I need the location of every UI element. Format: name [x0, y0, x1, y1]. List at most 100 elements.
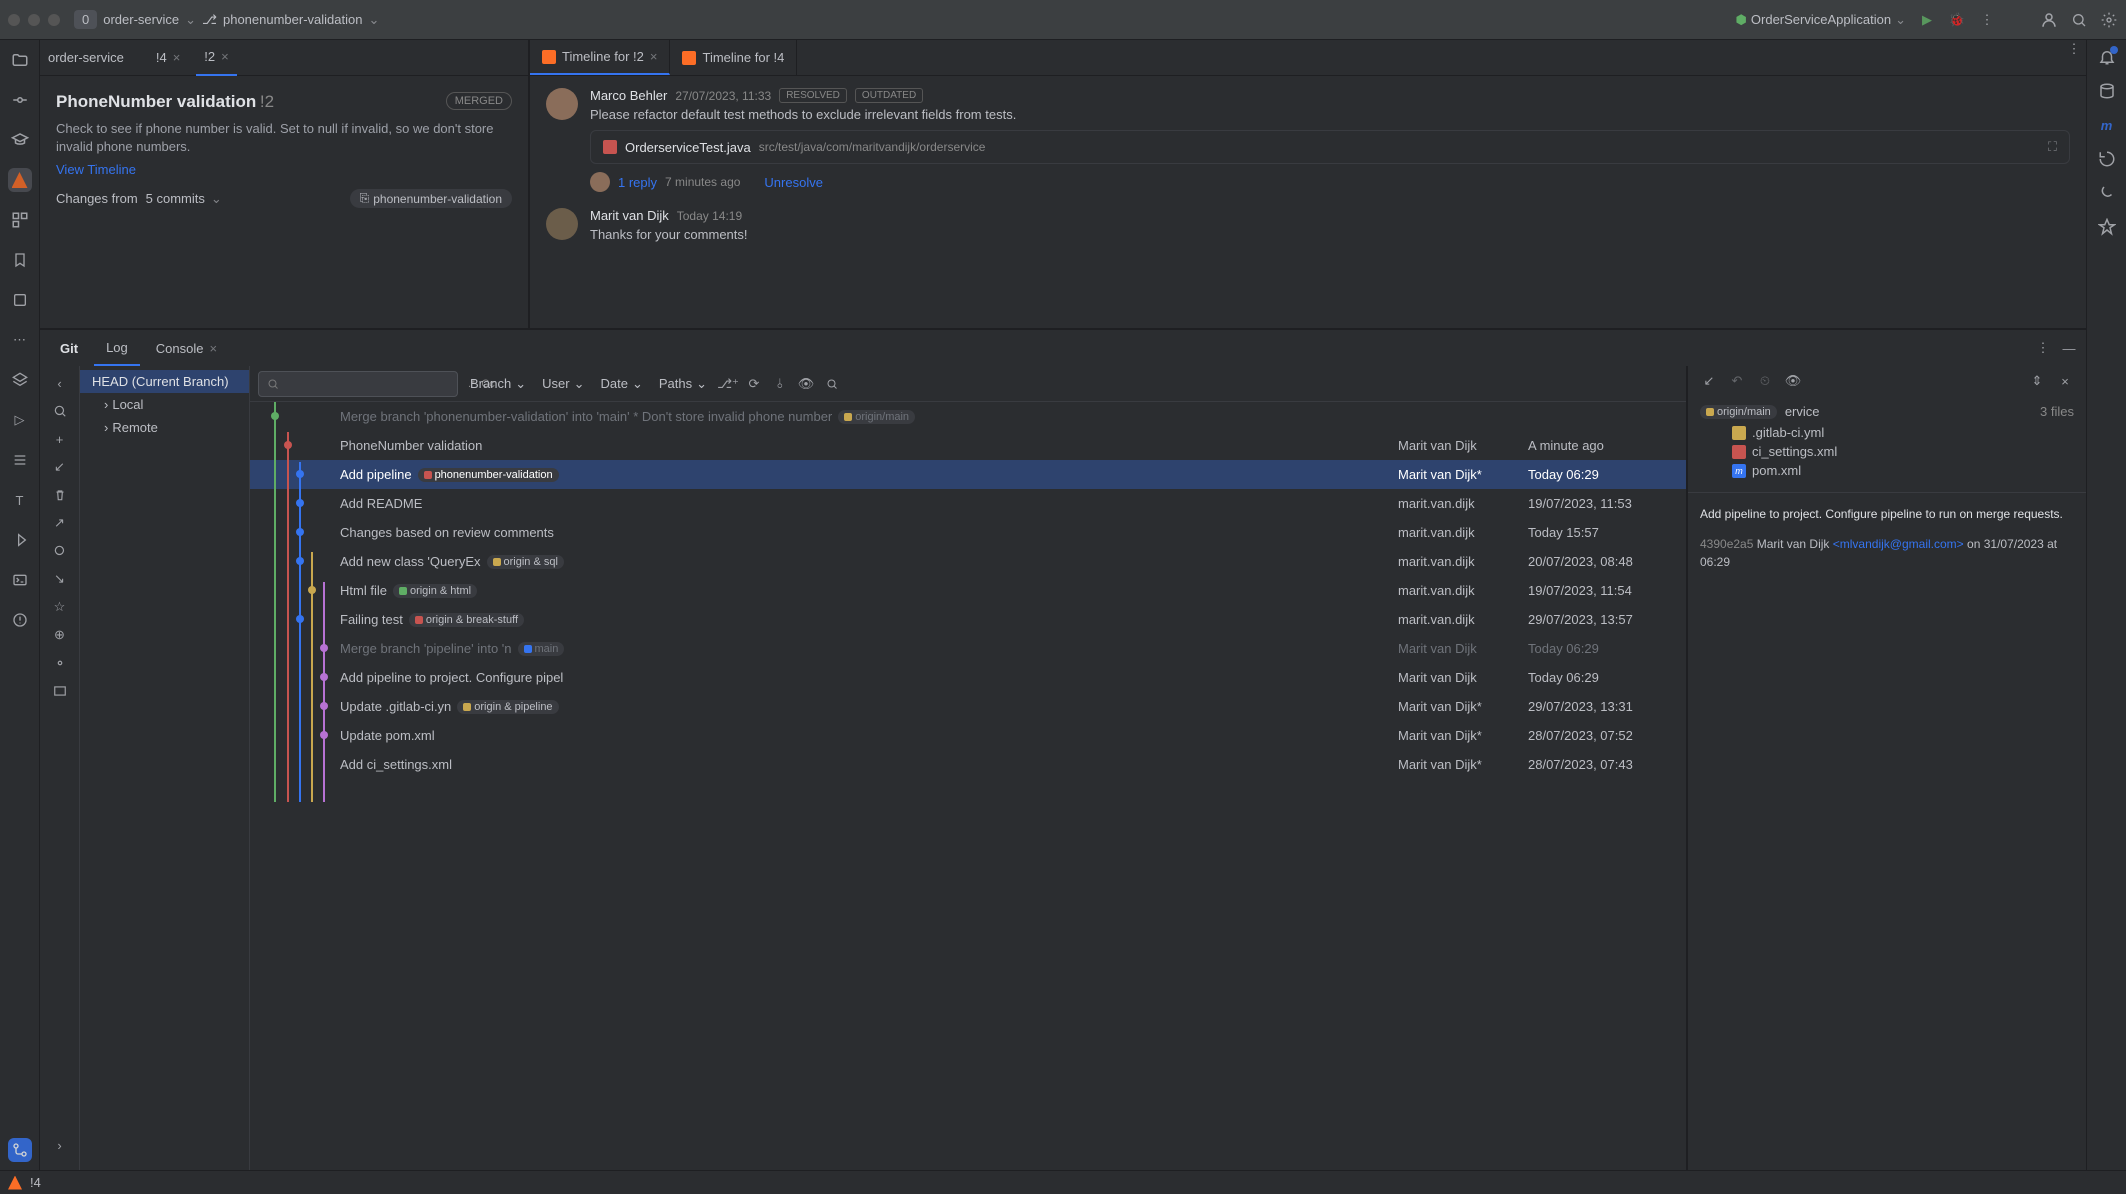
terminal-icon[interactable]: [51, 682, 69, 700]
search-input[interactable]: [285, 376, 462, 391]
list-icon[interactable]: [8, 448, 32, 472]
more-icon[interactable]: ⋯: [8, 328, 32, 352]
expand-icon[interactable]: ⛶: [2048, 139, 2057, 155]
commit-list[interactable]: Merge branch 'phonenumber-validation' in…: [250, 402, 1686, 1170]
reply-link[interactable]: 1 reply: [618, 175, 657, 190]
notifications-icon[interactable]: [2098, 48, 2116, 66]
breadcrumb[interactable]: order-service: [48, 50, 124, 65]
new-branch-icon[interactable]: ⎇⁺: [719, 375, 737, 393]
code-with-me-icon[interactable]: [2040, 11, 2058, 29]
more-vertical-icon[interactable]: ⋮: [2062, 40, 2086, 58]
database-icon[interactable]: [2098, 82, 2116, 100]
commit-row[interactable]: Update pom.xmlMarit van Dijk*28/07/2023,…: [250, 721, 1686, 750]
forward-icon[interactable]: ›: [51, 1136, 69, 1154]
close-icon[interactable]: ×: [209, 341, 217, 356]
type-icon[interactable]: T: [8, 488, 32, 512]
preview-icon[interactable]: 👁: [1784, 372, 1802, 390]
update-icon[interactable]: ↙: [51, 458, 69, 476]
search-icon[interactable]: [2070, 11, 2088, 29]
git-tool-icon[interactable]: [8, 1138, 32, 1162]
history-icon[interactable]: ⏲: [1756, 372, 1774, 390]
commit-row[interactable]: Html fileorigin & htmlmarit.van.dijk19/0…: [250, 576, 1686, 605]
delete-icon[interactable]: [51, 486, 69, 504]
star-icon[interactable]: ☆: [51, 598, 69, 616]
refresh-icon[interactable]: ⟳: [745, 375, 763, 393]
target-icon[interactable]: ⊕: [51, 626, 69, 644]
structure-icon[interactable]: [8, 208, 32, 232]
commit-row[interactable]: Failing testorigin & break-stuffmarit.va…: [250, 605, 1686, 634]
commit-row[interactable]: Add pipelinephonenumber-validationMarit …: [250, 460, 1686, 489]
commit-row[interactable]: Add pipeline to project. Configure pipel…: [250, 663, 1686, 692]
changed-file[interactable]: mpom.xml: [1700, 461, 2074, 480]
tab-console[interactable]: Console ×: [144, 330, 229, 366]
unresolve-link[interactable]: Unresolve: [764, 175, 823, 190]
commit-row[interactable]: Changes based on review commentsmarit.va…: [250, 518, 1686, 547]
branch-local[interactable]: › Local: [80, 393, 249, 416]
filter-user[interactable]: User⌄: [538, 376, 588, 392]
settings-icon[interactable]: [2100, 11, 2118, 29]
more-vertical-icon[interactable]: ⋮: [2034, 339, 2052, 357]
gitlab-icon[interactable]: [8, 1176, 22, 1190]
undo-icon[interactable]: ↶: [1728, 372, 1746, 390]
gitlab-icon[interactable]: [8, 168, 32, 192]
tab-mr-4[interactable]: !4 ×: [148, 40, 188, 76]
bean-icon[interactable]: [2098, 184, 2116, 202]
minimize-window-button[interactable]: [28, 14, 40, 26]
maven-icon[interactable]: m: [2098, 116, 2116, 134]
commit-row[interactable]: Merge branch 'phonenumber-validation' in…: [250, 402, 1686, 431]
problems-icon[interactable]: [8, 608, 32, 632]
changed-file[interactable]: .gitlab-ci.yml: [1700, 423, 2074, 442]
filter-date[interactable]: Date⌄: [596, 376, 646, 392]
branch-remote[interactable]: › Remote: [80, 416, 249, 439]
push-icon[interactable]: ↗: [51, 514, 69, 532]
maximize-window-button[interactable]: [48, 14, 60, 26]
view-timeline-link[interactable]: View Timeline: [56, 162, 136, 177]
filter-paths[interactable]: Paths⌄: [655, 376, 711, 392]
branch-head[interactable]: HEAD (Current Branch): [80, 370, 249, 393]
run-config-selector[interactable]: ⬢ OrderServiceApplication ⌄: [1736, 12, 1906, 28]
find-icon[interactable]: [823, 375, 841, 393]
commit-email[interactable]: <mlvandijk@gmail.com>: [1833, 537, 1964, 551]
commit-row[interactable]: PhoneNumber validationMarit van DijkA mi…: [250, 431, 1686, 460]
find-icon[interactable]: [51, 542, 69, 560]
commit-row[interactable]: Add READMEmarit.van.dijk19/07/2023, 11:5…: [250, 489, 1686, 518]
services-icon[interactable]: [8, 528, 32, 552]
tab-timeline-4[interactable]: Timeline for !4: [670, 40, 797, 75]
minimize-icon[interactable]: —: [2060, 339, 2078, 357]
commit-row[interactable]: Add ci_settings.xmlMarit van Dijk*28/07/…: [250, 750, 1686, 779]
back-icon[interactable]: ‹: [51, 374, 69, 392]
tab-timeline-2[interactable]: Timeline for !2 ×: [530, 40, 670, 75]
window-controls[interactable]: [8, 14, 60, 26]
close-icon[interactable]: ×: [2056, 372, 2074, 390]
bookmark-icon[interactable]: [8, 248, 32, 272]
changed-file[interactable]: ci_settings.xml: [1700, 442, 2074, 461]
checkout-icon[interactable]: ↙: [1700, 372, 1718, 390]
commit-row[interactable]: Update .gitlab-ci.ynorigin & pipelineMar…: [250, 692, 1686, 721]
tab-log[interactable]: Log: [94, 330, 140, 366]
commit-row[interactable]: Merge branch 'pipeline' into 'nmainMarit…: [250, 634, 1686, 663]
tab-mr-2[interactable]: !2 ×: [196, 40, 236, 76]
settings-icon[interactable]: [51, 654, 69, 672]
commit-icon[interactable]: [8, 88, 32, 112]
play-icon[interactable]: ▷: [8, 408, 32, 432]
run-button[interactable]: ▶: [1918, 11, 1936, 29]
eye-icon[interactable]: 👁: [797, 375, 815, 393]
file-reference[interactable]: OrderserviceTest.java src/test/java/com/…: [590, 130, 2070, 164]
branch-tag[interactable]: ⎘ phonenumber-validation: [350, 189, 512, 208]
cherry-pick-icon[interactable]: ⫰: [771, 375, 789, 393]
search-icon[interactable]: [51, 402, 69, 420]
status-mr[interactable]: !4: [30, 1175, 41, 1190]
log-search[interactable]: .* Cc: [258, 371, 458, 397]
debug-button[interactable]: 🐞: [1948, 11, 1966, 29]
more-actions-icon[interactable]: ⋮: [1978, 11, 1996, 29]
project-selector[interactable]: order-service ⌄: [103, 12, 196, 28]
pull-request-icon[interactable]: [8, 288, 32, 312]
commits-dropdown[interactable]: 5 commits ⌄: [146, 191, 222, 207]
commit-row[interactable]: Add new class 'QueryExorigin & sqlmarit.…: [250, 547, 1686, 576]
expand-icon[interactable]: ⇕: [2028, 372, 2046, 390]
close-icon[interactable]: ×: [173, 50, 181, 65]
layers-icon[interactable]: [8, 368, 32, 392]
close-icon[interactable]: ×: [221, 49, 229, 64]
add-icon[interactable]: +: [51, 430, 69, 448]
history-icon[interactable]: [2098, 150, 2116, 168]
